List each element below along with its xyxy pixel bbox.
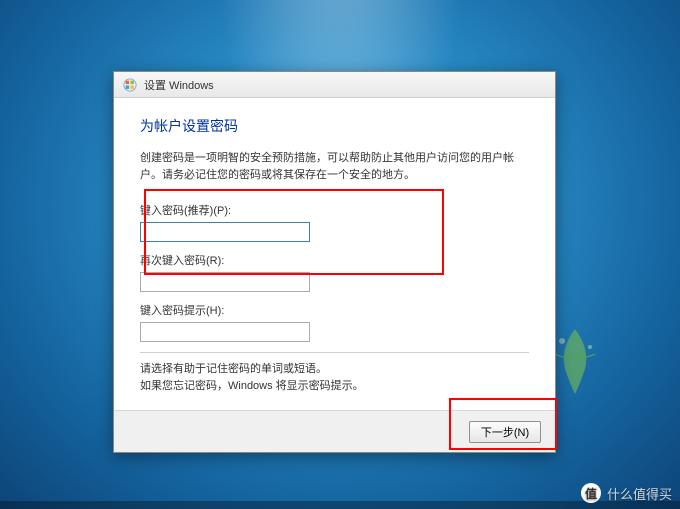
password-hint-input[interactable]	[140, 322, 310, 342]
help-line-1: 请选择有助于记住密码的单词或短语。	[140, 361, 529, 378]
titlebar: 设置 Windows	[114, 72, 555, 98]
watermark-text: 什么值得买	[607, 484, 672, 503]
hint-label: 键入密码提示(H):	[140, 302, 529, 318]
intro-text: 创建密码是一项明智的安全预防措施，可以帮助防止其他用户访问您的用户帐户。请务必记…	[140, 150, 529, 184]
password-group: 键入密码(推荐)(P):	[140, 202, 529, 242]
retype-group: 再次键入密码(R):	[140, 252, 529, 292]
retype-password-input[interactable]	[140, 272, 310, 292]
taskbar	[0, 501, 680, 509]
divider	[140, 352, 529, 353]
retype-label: 再次键入密码(R):	[140, 252, 529, 268]
password-input[interactable]	[140, 222, 310, 242]
next-button[interactable]: 下一步(N)	[469, 421, 541, 443]
help-line-2: 如果您忘记密码，Windows 将显示密码提示。	[140, 378, 529, 395]
dialog-content: 为帐户设置密码 创建密码是一项明智的安全预防措施，可以帮助防止其他用户访问您的用…	[114, 98, 555, 410]
window-title: 设置 Windows	[144, 77, 214, 93]
watermark-badge: 值	[581, 483, 601, 503]
dialog-footer: 下一步(N)	[114, 410, 555, 452]
password-label: 键入密码(推荐)(P):	[140, 202, 529, 218]
setup-dialog: 设置 Windows 为帐户设置密码 创建密码是一项明智的安全预防措施，可以帮助…	[113, 71, 556, 453]
page-heading: 为帐户设置密码	[140, 116, 529, 136]
hint-group: 键入密码提示(H):	[140, 302, 529, 342]
windows-icon	[122, 77, 138, 93]
watermark: 值 什么值得买	[581, 483, 672, 503]
